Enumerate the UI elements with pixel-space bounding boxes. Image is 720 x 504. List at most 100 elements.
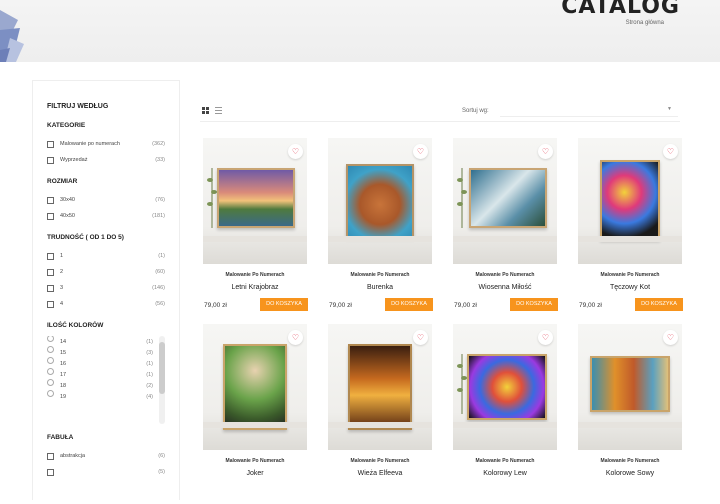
plant-decoration bbox=[457, 168, 467, 228]
wishlist-heart-icon[interactable]: ♡ bbox=[663, 144, 678, 159]
shelf bbox=[453, 236, 557, 242]
product-card[interactable]: ♡ Malowanie Po Numerach Joker bbox=[200, 324, 310, 504]
checkbox[interactable] bbox=[47, 284, 54, 292]
filter-heading: FILTRUJ WEDŁUG bbox=[47, 103, 109, 110]
checkbox[interactable] bbox=[47, 212, 54, 220]
radio[interactable] bbox=[47, 379, 54, 386]
grid-view-icon[interactable] bbox=[202, 107, 209, 114]
painting-rainbow-cat bbox=[600, 160, 660, 240]
checkbox[interactable] bbox=[47, 300, 54, 308]
product-name[interactable]: Wieża Elfeeva bbox=[325, 470, 435, 477]
checkbox[interactable] bbox=[47, 196, 54, 204]
product-name[interactable]: Tęczowy Kot bbox=[575, 284, 685, 291]
radio[interactable] bbox=[47, 336, 54, 342]
shelf bbox=[203, 422, 307, 428]
product-brand: Malowanie Po Numerach bbox=[225, 458, 285, 464]
filter-option[interactable]: 2 (60) bbox=[47, 264, 165, 280]
filter-section-size: ROZMIAR bbox=[47, 178, 78, 185]
filter-option[interactable]: 30x40 (76) bbox=[47, 192, 165, 208]
checkbox[interactable] bbox=[47, 156, 54, 164]
add-to-cart-button[interactable]: DO KOSZYKA bbox=[510, 298, 558, 311]
filter-option[interactable]: 15 (3) bbox=[47, 346, 153, 358]
product-price: 79,00 zł bbox=[329, 302, 352, 309]
filter-option[interactable]: 4 (56) bbox=[47, 296, 165, 312]
product-name[interactable]: Joker bbox=[200, 470, 310, 477]
product-name[interactable]: Letni Krajobraz bbox=[200, 284, 310, 291]
product-image[interactable]: ♡ bbox=[578, 324, 682, 450]
wishlist-heart-icon[interactable]: ♡ bbox=[663, 330, 678, 345]
product-image[interactable]: ♡ bbox=[453, 138, 557, 264]
wishlist-heart-icon[interactable]: ♡ bbox=[413, 330, 428, 345]
filter-option[interactable]: 40x50 (181) bbox=[47, 208, 165, 224]
checkbox[interactable] bbox=[47, 252, 54, 260]
product-name[interactable]: Kolorowy Lew bbox=[450, 470, 560, 477]
list-view-icon[interactable] bbox=[215, 107, 222, 114]
product-name[interactable]: Wiosenna Miłość bbox=[450, 284, 560, 291]
product-toolbar: Sortuj wg: ▼ bbox=[200, 100, 680, 122]
product-image[interactable]: ♡ bbox=[328, 324, 432, 450]
radio[interactable] bbox=[47, 357, 54, 364]
shelf bbox=[578, 422, 682, 428]
checkbox[interactable] bbox=[47, 452, 54, 460]
sort-label: Sortuj wg: bbox=[462, 108, 489, 114]
checkbox[interactable] bbox=[47, 268, 54, 276]
wishlist-heart-icon[interactable]: ♡ bbox=[413, 144, 428, 159]
filter-option[interactable]: Malowanie po numerach (362) bbox=[47, 136, 165, 152]
product-card[interactable]: ♡ Malowanie Po Numerach Burenka 79,00 zł… bbox=[325, 138, 435, 318]
product-card[interactable]: ♡ Malowanie Po Numerach Kolorowe Sowy bbox=[575, 324, 685, 504]
add-to-cart-button[interactable]: DO KOSZYKA bbox=[385, 298, 433, 311]
product-card[interactable]: ♡ Malowanie Po Numerach Kolorowy Lew bbox=[450, 324, 560, 504]
filter-option[interactable]: 19 (4) bbox=[47, 390, 153, 402]
painting-cow bbox=[346, 164, 414, 238]
product-image[interactable]: ♡ bbox=[203, 138, 307, 264]
filter-option[interactable]: Wyprzedaż (33) bbox=[47, 152, 165, 168]
colors-scroll-list[interactable]: 14 (1) 15 (3) 16 (1) 17 (1) 18 (2) 19 (4) bbox=[47, 336, 165, 424]
filter-option[interactable]: (5) bbox=[47, 464, 165, 480]
product-card[interactable]: ♡ Malowanie Po Numerach Wieża Elfeeva bbox=[325, 324, 435, 504]
product-brand: Malowanie Po Numerach bbox=[475, 458, 535, 464]
filter-option[interactable]: 17 (1) bbox=[47, 368, 153, 380]
painting-eiffel-tower bbox=[348, 344, 412, 430]
product-image[interactable]: ♡ bbox=[203, 324, 307, 450]
product-card[interactable]: ♡ Malowanie Po Numerach Tęczowy Kot 79,0… bbox=[575, 138, 685, 318]
product-name[interactable]: Kolorowe Sowy bbox=[575, 470, 685, 477]
product-price: 79,00 zł bbox=[204, 302, 227, 309]
radio[interactable] bbox=[47, 346, 54, 353]
filter-option[interactable]: abstrakcja (6) bbox=[47, 448, 165, 464]
breadcrumb-home[interactable]: Strona główna bbox=[626, 20, 664, 26]
filter-option[interactable]: 14 (1) bbox=[47, 336, 153, 347]
filter-sidebar: FILTRUJ WEDŁUG KATEGORIE Malowanie po nu… bbox=[32, 80, 180, 500]
radio[interactable] bbox=[47, 390, 54, 397]
filter-option[interactable]: 3 (146) bbox=[47, 280, 165, 296]
product-card[interactable]: ♡ Malowanie Po Numerach Wiosenna Miłość … bbox=[450, 138, 560, 318]
product-image[interactable]: ♡ bbox=[578, 138, 682, 264]
wishlist-heart-icon[interactable]: ♡ bbox=[538, 144, 553, 159]
filter-section-categories: KATEGORIE bbox=[47, 122, 86, 129]
checkbox[interactable] bbox=[47, 140, 54, 148]
painting-colorful-owls bbox=[590, 356, 670, 412]
wishlist-heart-icon[interactable]: ♡ bbox=[538, 330, 553, 345]
shelf bbox=[578, 236, 682, 242]
product-name[interactable]: Burenka bbox=[325, 284, 435, 291]
painting-colorful-lion bbox=[467, 354, 547, 420]
scrollbar-thumb[interactable] bbox=[159, 342, 165, 394]
product-brand: Malowanie Po Numerach bbox=[350, 458, 410, 464]
sort-select[interactable]: ▼ bbox=[500, 103, 678, 117]
shelf bbox=[453, 422, 557, 428]
product-image[interactable]: ♡ bbox=[453, 324, 557, 450]
filter-section-colors: ILOŚĆ KOLORÓW bbox=[47, 322, 104, 329]
filter-option[interactable]: 16 (1) bbox=[47, 357, 153, 369]
product-card[interactable]: ♡ Malowanie Po Numerach Letni Krajobraz … bbox=[200, 138, 310, 318]
filter-option[interactable]: 18 (2) bbox=[47, 379, 153, 391]
radio[interactable] bbox=[47, 368, 54, 375]
product-brand: Malowanie Po Numerach bbox=[475, 272, 535, 278]
wishlist-heart-icon[interactable]: ♡ bbox=[288, 144, 303, 159]
product-brand: Malowanie Po Numerach bbox=[225, 272, 285, 278]
add-to-cart-button[interactable]: DO KOSZYKA bbox=[260, 298, 308, 311]
checkbox[interactable] bbox=[47, 468, 54, 476]
wishlist-heart-icon[interactable]: ♡ bbox=[288, 330, 303, 345]
product-brand: Malowanie Po Numerach bbox=[600, 458, 660, 464]
filter-option[interactable]: 1 (1) bbox=[47, 248, 165, 264]
add-to-cart-button[interactable]: DO KOSZYKA bbox=[635, 298, 683, 311]
product-image[interactable]: ♡ bbox=[328, 138, 432, 264]
